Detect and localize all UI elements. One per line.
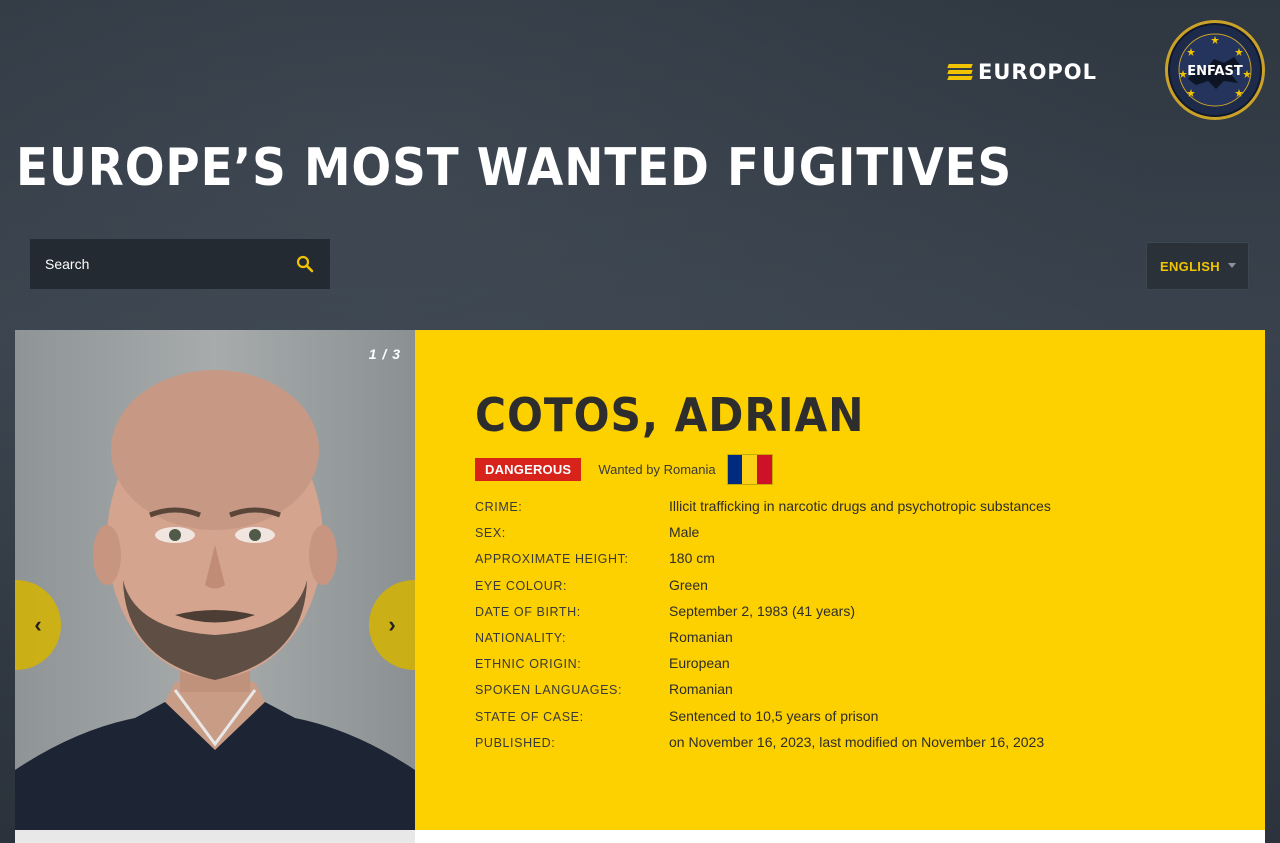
language-selected: ENGLISH: [1160, 258, 1220, 274]
detail-row-crime: CRIME: Illicit trafficking in narcotic d…: [475, 498, 1051, 524]
detail-label: PUBLISHED:: [475, 735, 556, 750]
detail-label: APPROXIMATE HEIGHT:: [475, 552, 629, 567]
chevron-down-icon: [1228, 263, 1236, 268]
detail-value: Romanian: [669, 681, 733, 698]
detail-label: SPOKEN LANGUAGES:: [475, 683, 623, 698]
fugitive-info-panel: COTOS, ADRIAN DANGEROUS Wanted by Romani…: [415, 330, 1265, 830]
detail-row-ethnic-origin: ETHNIC ORIGIN: European: [475, 655, 1051, 681]
detail-value: Male: [669, 524, 700, 541]
photo-counter: 1 / 3: [368, 346, 401, 362]
wanted-by-text: Wanted by Romania: [598, 461, 716, 477]
romania-flag-icon: [726, 453, 773, 485]
detail-row-height: APPROXIMATE HEIGHT: 180 cm: [475, 550, 1051, 576]
detail-row-spoken-languages: SPOKEN LANGUAGES: Romanian: [475, 681, 1051, 707]
detail-value: Sentenced to 10,5 years of prison: [669, 707, 879, 724]
europol-stripes-icon: [947, 63, 973, 81]
detail-label: SEX:: [475, 526, 506, 541]
detail-label: DATE OF BIRTH:: [475, 604, 581, 619]
europol-logo-text: EUROPOL: [978, 60, 1098, 84]
detail-label: EYE COLOUR:: [475, 578, 568, 593]
detail-value: Illicit trafficking in narcotic drugs an…: [669, 498, 1051, 514]
search-box: [30, 239, 330, 289]
enfast-logo-text: ENFAST: [1187, 64, 1243, 79]
detail-row-sex: SEX: Male: [475, 524, 1051, 550]
language-select[interactable]: ENGLISH: [1146, 242, 1249, 290]
detail-row-eye-colour: EYE COLOUR: Green: [475, 577, 1051, 603]
photo-panel-footer: [15, 830, 415, 843]
fugitive-name: COTOS, ADRIAN: [475, 388, 865, 442]
detail-row-date-of-birth: DATE OF BIRTH: September 2, 1983 (41 yea…: [475, 603, 1051, 629]
status-row: DANGEROUS Wanted by Romania: [475, 453, 773, 485]
detail-value: on November 16, 2023, last modified on N…: [669, 733, 1045, 750]
page-title: EUROPE’S MOST WANTED FUGITIVES: [16, 138, 1013, 198]
detail-value: Romanian: [669, 628, 733, 645]
detail-row-nationality: NATIONALITY: Romanian: [475, 629, 1051, 655]
dangerous-badge: DANGEROUS: [475, 457, 582, 481]
enfast-logo[interactable]: ENFAST: [1165, 20, 1265, 120]
detail-label: ETHNIC ORIGIN:: [475, 657, 582, 672]
detail-value: September 2, 1983 (41 years): [669, 602, 855, 619]
info-panel-footer: [415, 830, 1265, 843]
detail-value: Green: [669, 576, 708, 593]
chevron-right-icon: ›: [388, 612, 396, 637]
search-button[interactable]: [280, 239, 330, 289]
search-icon: [296, 255, 314, 273]
search-input[interactable]: [30, 239, 280, 289]
detail-label: CRIME:: [475, 500, 523, 514]
detail-label: STATE OF CASE:: [475, 709, 584, 724]
fugitive-photo-gallery: 1 / 3 ‹ ›: [15, 330, 415, 830]
chevron-left-icon: ‹: [34, 612, 42, 637]
enfast-seal-icon: ENFAST: [1178, 33, 1252, 107]
detail-row-published: PUBLISHED: on November 16, 2023, last mo…: [475, 734, 1051, 760]
detail-label: NATIONALITY:: [475, 630, 567, 645]
fugitive-photo: [15, 370, 415, 830]
detail-value: 180 cm: [669, 550, 715, 567]
europol-logo[interactable]: EUROPOL: [947, 60, 1124, 84]
details-list: CRIME: Illicit trafficking in narcotic d…: [475, 498, 1051, 760]
detail-row-state-of-case: STATE OF CASE: Sentenced to 10,5 years o…: [475, 708, 1051, 734]
detail-value: European: [669, 655, 730, 672]
